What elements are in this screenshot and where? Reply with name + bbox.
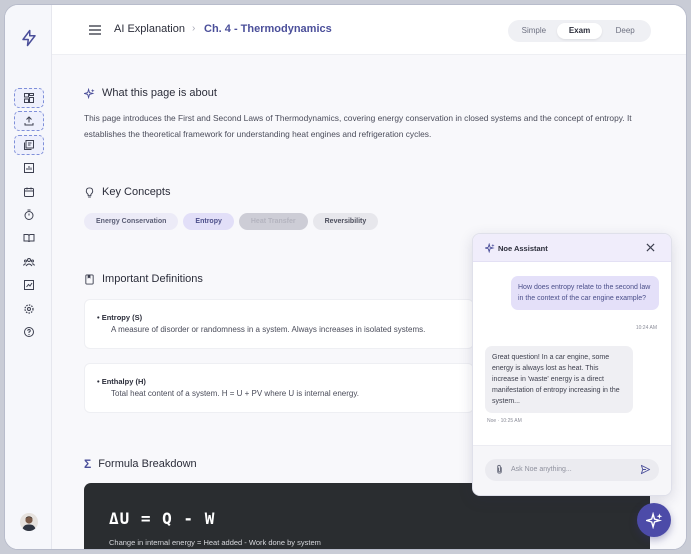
mode-switcher: Simple Exam Deep bbox=[508, 20, 651, 42]
dashboard-icon bbox=[24, 93, 34, 103]
definition-description: A measure of disorder or randomness in a… bbox=[111, 325, 426, 334]
mode-simple-button[interactable]: Simple bbox=[511, 23, 557, 39]
close-icon[interactable] bbox=[646, 243, 655, 252]
definitions-title: Important Definitions bbox=[102, 273, 203, 285]
definition-card: • Enthalpy (H) Total heat content of a s… bbox=[84, 363, 474, 413]
mode-deep-button[interactable]: Deep bbox=[602, 23, 648, 39]
breadcrumb-separator: › bbox=[192, 23, 196, 34]
assistant-message: Great question! In a car engine, some en… bbox=[485, 346, 633, 413]
definition-description: Total heat content of a system. H = U + … bbox=[111, 389, 359, 398]
definition-term-bullet: • Enthalpy (H) bbox=[97, 377, 146, 386]
sparkle-icon bbox=[84, 87, 95, 99]
help-icon bbox=[24, 327, 34, 337]
assistant-title: Noe Assistant bbox=[498, 244, 548, 253]
definition-term: Enthalpy (H) bbox=[101, 377, 146, 386]
top-bar: AI Explanation › Ch. 4 - Thermodynamics … bbox=[52, 5, 686, 55]
send-icon[interactable] bbox=[640, 464, 651, 475]
sparkle-icon bbox=[485, 243, 495, 253]
formula-equation: ΔU = Q - W bbox=[109, 509, 216, 528]
sigma-icon: Σ bbox=[84, 457, 92, 471]
sidebar-item-notes[interactable] bbox=[14, 135, 44, 155]
user-avatar-icon bbox=[22, 516, 36, 531]
calendar-icon bbox=[24, 187, 34, 197]
notes-icon bbox=[24, 140, 34, 150]
concepts-title: Key Concepts bbox=[102, 186, 171, 198]
chat-input-placeholder: Ask Noe anything... bbox=[511, 466, 572, 473]
sidebar-item-analytics[interactable] bbox=[14, 275, 44, 295]
settings-icon bbox=[24, 304, 34, 314]
sidebar bbox=[5, 5, 52, 549]
analytics-icon bbox=[24, 280, 34, 290]
mode-exam-button[interactable]: Exam bbox=[556, 23, 603, 39]
bookmark-icon bbox=[85, 273, 94, 285]
chart-icon bbox=[24, 163, 34, 173]
assistant-message-time: Noe · 10:25 AM bbox=[487, 418, 522, 424]
concept-chips: Energy Conservation Entropy Heat Transfe… bbox=[84, 213, 379, 230]
timer-icon bbox=[24, 209, 34, 220]
chip-reversibility[interactable]: Reversibility bbox=[312, 213, 379, 230]
chip-heat-transfer[interactable]: Heat Transfer bbox=[238, 213, 308, 230]
book-icon bbox=[23, 234, 35, 243]
breadcrumb-root[interactable]: AI Explanation bbox=[114, 23, 185, 35]
formula-section-title: Σ Formula Breakdown bbox=[84, 457, 197, 471]
definitions-section-title: Important Definitions bbox=[84, 273, 203, 285]
user-message-time: 10:24 AM bbox=[635, 325, 657, 331]
assistant-header: Noe Assistant bbox=[473, 234, 671, 262]
lightning-icon[interactable] bbox=[20, 29, 38, 47]
about-section-title: What this page is about bbox=[84, 87, 217, 99]
formula-title: Formula Breakdown bbox=[98, 458, 197, 470]
upload-icon bbox=[24, 116, 34, 126]
hamburger-menu-icon[interactable] bbox=[89, 25, 101, 35]
chip-energy-conservation[interactable]: Energy Conservation bbox=[84, 213, 179, 230]
definition-card: • Entropy (S) A measure of disorder or r… bbox=[84, 299, 474, 349]
assistant-fab-button[interactable] bbox=[637, 503, 671, 537]
sidebar-item-dashboard[interactable] bbox=[14, 88, 44, 108]
sidebar-item-timer[interactable] bbox=[14, 205, 44, 225]
chip-entropy[interactable]: Entropy bbox=[183, 213, 234, 230]
sidebar-item-library[interactable] bbox=[14, 228, 44, 248]
chat-footer: Ask Noe anything... bbox=[473, 445, 671, 495]
about-description: This page introduces the First and Secon… bbox=[84, 113, 632, 139]
lightbulb-icon bbox=[85, 186, 94, 198]
avatar[interactable] bbox=[20, 513, 38, 531]
definition-term: Entropy (S) bbox=[101, 313, 143, 322]
definition-term-bullet: • Entropy (S) bbox=[97, 313, 143, 322]
user-message: How does entropy relate to the second la… bbox=[511, 276, 659, 310]
sidebar-item-groups[interactable] bbox=[14, 252, 44, 272]
sidebar-item-chart[interactable] bbox=[14, 158, 44, 178]
formula-caption: Change in internal energy = Heat added -… bbox=[109, 538, 321, 547]
breadcrumb-current: Ch. 4 - Thermodynamics bbox=[204, 23, 332, 35]
group-icon bbox=[23, 258, 35, 267]
app-window: AI Explanation › Ch. 4 - Thermodynamics … bbox=[4, 4, 687, 550]
sidebar-item-upload[interactable] bbox=[14, 111, 44, 131]
sidebar-item-settings[interactable] bbox=[14, 299, 44, 319]
paperclip-icon[interactable] bbox=[494, 464, 505, 475]
assistant-panel: Noe Assistant How does entropy relate to… bbox=[472, 233, 672, 496]
chat-input[interactable]: Ask Noe anything... bbox=[485, 459, 659, 481]
about-title: What this page is about bbox=[102, 87, 217, 99]
sidebar-item-calendar[interactable] bbox=[14, 182, 44, 202]
sparkle-icon bbox=[645, 511, 662, 529]
sidebar-item-help[interactable] bbox=[14, 322, 44, 342]
concepts-section-title: Key Concepts bbox=[84, 186, 170, 198]
